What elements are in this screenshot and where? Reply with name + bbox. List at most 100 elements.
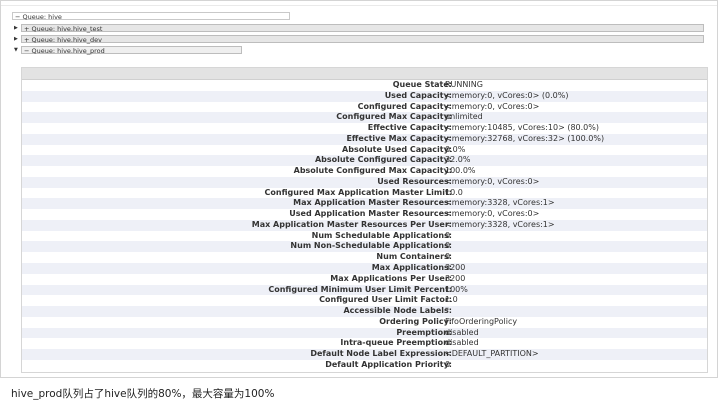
detail-key: Absolute Configured Capacity:: [314, 155, 452, 165]
detail-row: Preemption: disabled: [22, 327, 707, 339]
detail-key: Configured Max Capacity:: [336, 112, 452, 122]
caption-text: hive_prod队列占了hive队列的80%，最大容量为100%: [11, 388, 275, 400]
detail-value: 0: [445, 230, 451, 240]
detail-key: Num Containers:: [376, 252, 452, 262]
detail-row: Configured Max Capacity: unlimited: [22, 112, 707, 124]
detail-value: 10.0: [445, 187, 463, 197]
detail-value: disabled: [445, 327, 479, 337]
detail-value: <memory:0, vCores:0> (0.0%): [445, 90, 569, 100]
detail-row: Absolute Configured Max Capacity: 100.0%: [22, 166, 707, 177]
detail-row: Max Application Master Resources Per Use…: [22, 219, 707, 231]
detail-key: Num Schedulable Applications:: [311, 230, 452, 240]
detail-value: 0: [445, 359, 451, 369]
detail-value: <memory:3328, vCores:1>: [445, 198, 555, 208]
detail-row: Effective Capacity: <memory:10485, vCores…: [22, 123, 707, 134]
detail-key: Used Resources:: [377, 176, 452, 186]
detail-value: disabled: [445, 338, 479, 348]
collapse-icon: −: [15, 13, 21, 21]
detail-row: Max Applications: 3200: [22, 263, 707, 274]
expand-arrow-icon[interactable]: ▶: [14, 25, 18, 31]
queue-hive-prod-label: Queue: hive.hive_prod: [31, 47, 105, 55]
detail-key: Effective Capacity:: [367, 123, 452, 133]
detail-key: Max Applications Per User:: [330, 273, 452, 283]
detail-key: Absolute Configured Max Capacity:: [293, 166, 452, 176]
detail-value: 32.0%: [445, 155, 471, 165]
detail-key: Default Node Label Expression:: [310, 349, 452, 359]
collapse-icon: −: [24, 47, 30, 55]
detail-row: Effective Max Capacity: <memory:32768, vC…: [22, 133, 707, 145]
top-divider: [1, 5, 717, 6]
expand-icon: +: [24, 25, 30, 33]
detail-value: 3200: [445, 263, 466, 273]
detail-key: Intra-queue Preemption:: [340, 338, 452, 348]
detail-value: unlimited: [445, 112, 483, 122]
detail-value: 0: [445, 241, 451, 251]
detail-key: Used Capacity:: [384, 90, 452, 100]
detail-value: *: [445, 306, 449, 316]
detail-row: Num Non-Schedulable Applications: 0: [22, 241, 707, 253]
detail-key: Preemption:: [396, 327, 452, 337]
detail-key: Configured Minimum User Limit Percent:: [268, 284, 452, 294]
detail-row: Configured Max Application Master Limit:…: [22, 188, 707, 199]
detail-key: Max Application Master Resources Per Use…: [251, 219, 452, 229]
detail-value: <memory:10485, vCores:10> (80.0%): [445, 123, 599, 133]
queue-hive-dev-bar[interactable]: + Queue: hive.hive_dev: [21, 35, 704, 44]
detail-key: Absolute Used Capacity:: [342, 144, 452, 154]
detail-row: Used Resources: <memory:0, vCores:0>: [22, 176, 707, 188]
detail-value: FifoOrderingPolicy: [445, 316, 518, 326]
detail-row: Absolute Used Capacity: 0.0%: [22, 145, 707, 156]
detail-value: 100.0%: [445, 166, 476, 176]
detail-key: Max Application Master Resources:: [293, 198, 452, 208]
panel-header: [22, 68, 707, 80]
detail-row: Num Schedulable Applications: 0: [22, 231, 707, 242]
detail-value: <memory:3328, vCores:1>: [445, 219, 555, 229]
detail-value: <memory:0, vCores:0>: [445, 176, 540, 186]
detail-row: Configured Minimum User Limit Percent: 10…: [22, 284, 707, 296]
screenshot-frame: − Queue: hive ▶ + Queue: hive.hive_test …: [0, 0, 718, 378]
detail-row: Num Containers: 0: [22, 252, 707, 263]
queue-details-table: Queue State: RUNNING Used Capacity: <memory…: [22, 80, 707, 371]
queue-hive-dev-label: Queue: hive.hive_dev: [31, 36, 102, 44]
detail-row: Configured User Limit Factor: 1.0: [22, 295, 707, 306]
queue-hive-test-bar[interactable]: + Queue: hive.hive_test: [21, 24, 704, 33]
detail-row: Accessible Node Labels: *: [22, 306, 707, 317]
detail-row: Absolute Configured Capacity: 32.0%: [22, 155, 707, 167]
detail-value: <memory:32768, vCores:32> (100.0%): [445, 133, 605, 143]
collapse-arrow-icon[interactable]: ▼: [14, 47, 18, 53]
detail-value: 1.0: [445, 295, 458, 305]
detail-value: RUNNING: [445, 80, 483, 89]
detail-row: Ordering Policy: FifoOrderingPolicy: [22, 317, 707, 328]
queue-root-bar[interactable]: − Queue: hive: [12, 12, 290, 21]
detail-row: Max Applications Per User: 3200: [22, 274, 707, 285]
detail-key: Configured Capacity:: [357, 101, 452, 111]
detail-row: Used Capacity: <memory:0, vCores:0> (0.0%…: [22, 90, 707, 102]
detail-value: 100%: [445, 284, 468, 294]
detail-value: 0: [445, 252, 451, 262]
detail-key: Queue State:: [392, 80, 452, 89]
detail-value: <memory:0, vCores:0>: [445, 101, 540, 111]
detail-row: Default Node Label Expression: <DEFAULT_P…: [22, 349, 707, 360]
detail-value: 0.0%: [445, 144, 466, 154]
expand-icon: +: [24, 36, 30, 44]
detail-key: Ordering Policy:: [379, 316, 452, 326]
detail-key: Configured Max Application Master Limit:: [264, 187, 452, 197]
detail-row: Default Application Priority: 0: [22, 360, 707, 371]
detail-value: 3200: [445, 273, 466, 283]
detail-row: Configured Capacity: <memory:0, vCores:0>: [22, 102, 707, 113]
detail-key: Num Non-Schedulable Applications:: [290, 241, 452, 251]
detail-row: Queue State: RUNNING: [22, 80, 707, 91]
detail-key: Max Applications:: [371, 263, 452, 273]
queue-details-panel: Queue State: RUNNING Used Capacity: <memory…: [21, 67, 708, 373]
detail-row: Used Application Master Resources: <memor…: [22, 209, 707, 220]
queue-root-label: Queue: hive: [22, 13, 62, 21]
detail-row: Intra-queue Preemption: disabled: [22, 338, 707, 349]
queue-hive-test-label: Queue: hive.hive_test: [31, 25, 103, 33]
detail-key: Accessible Node Labels:: [343, 306, 452, 316]
detail-value: <DEFAULT_PARTITION>: [445, 349, 539, 359]
detail-key: Used Application Master Resources:: [289, 209, 452, 219]
detail-key: Default Application Priority:: [325, 359, 452, 369]
detail-row: Max Application Master Resources: <memory…: [22, 198, 707, 210]
queue-hive-prod-bar[interactable]: − Queue: hive.hive_prod: [21, 46, 242, 55]
expand-arrow-icon[interactable]: ▶: [14, 36, 18, 42]
detail-key: Configured User Limit Factor:: [319, 295, 452, 305]
